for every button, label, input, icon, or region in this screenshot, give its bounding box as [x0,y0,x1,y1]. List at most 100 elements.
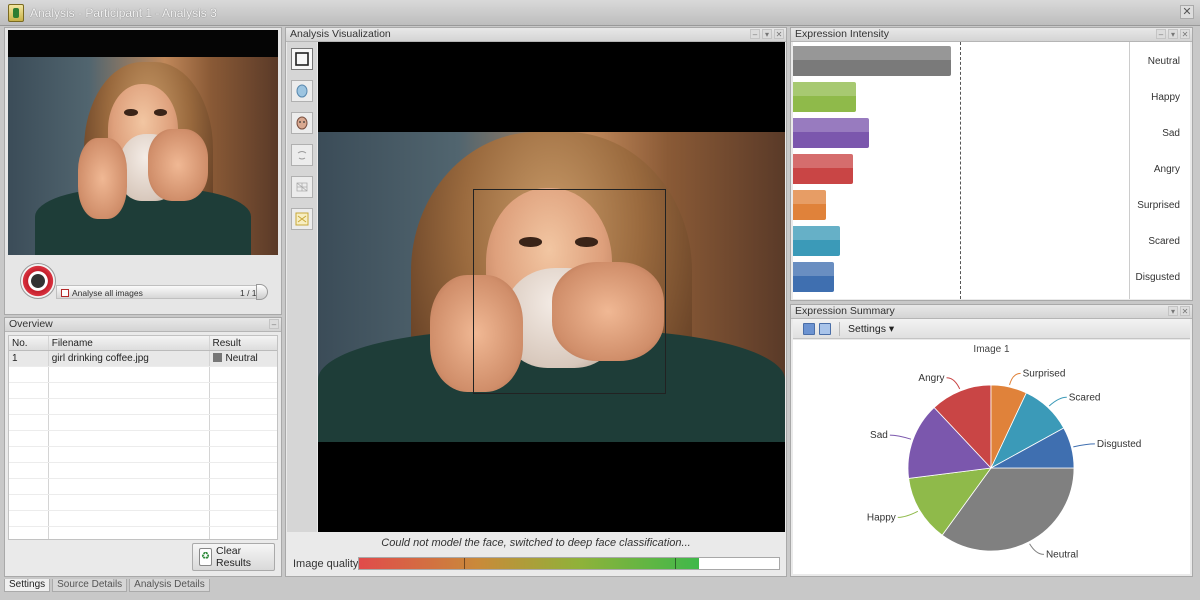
visualization-minimize-button[interactable]: – [750,29,760,39]
expression-pie-chart: Neutral Happy Sad Angry Surprised Scared Disgu… [867,368,1141,560]
overview-title: Overview [9,318,53,330]
visualization-close-button[interactable]: ✕ [774,29,784,39]
image-quality-bar [358,557,780,570]
pie-leader-sad [889,434,912,440]
intensity-label-sad: Sad [1162,128,1180,139]
tool-face-mask-button[interactable] [291,80,313,102]
window-close-button[interactable]: ✕ [1180,5,1194,19]
result-color-swatch [212,353,222,362]
clear-results-button[interactable]: Clear Results [192,543,275,571]
image-quality-fill [359,558,700,569]
visualization-header: Analysis Visualization – ▾ ✕ [286,28,786,42]
intensity-close-button[interactable]: ✕ [1180,29,1190,39]
visualization-pin-button[interactable]: ▾ [762,29,772,39]
tool-face-texture-button[interactable] [291,112,313,134]
table-row [9,527,277,539]
pie-label-sad: Sad [870,430,888,441]
table-row [9,431,277,447]
table-row [9,399,277,415]
table-row [9,511,277,527]
row-number: 1 [9,351,49,366]
intensity-header: Expression Intensity – ▾ ✕ [791,28,1192,42]
window-titlebar: Analysis - Participant 1 - Analysis 3 ✕ [0,0,1200,26]
intensity-bar-angry [793,154,853,184]
intensity-reference-line [960,42,961,299]
intensity-label-neutral: Neutral [1147,56,1180,67]
pie-leader-neutral [1029,543,1044,555]
summary-close-button[interactable]: ✕ [1180,306,1190,316]
intensity-bar-happy [793,82,857,112]
intensity-title: Expression Intensity [795,28,889,40]
face-detection-box [473,189,666,394]
column-header-filename[interactable]: Filename [49,336,210,350]
face-outline-icon [297,151,307,160]
face-texture-icon [296,116,308,130]
analysis-canvas[interactable] [318,42,785,532]
table-row [9,447,277,463]
settings-dropdown[interactable]: Settings ▾ [848,323,894,335]
summary-pin-button[interactable]: ▾ [1168,306,1178,316]
pie-leader-scared [1048,396,1067,407]
pie-leader-disgusted [1073,443,1095,448]
record-button[interactable] [20,263,56,299]
quality-tick [464,558,465,569]
settings-dropdown-label: Settings [848,322,886,335]
intensity-pin-button[interactable]: ▾ [1168,29,1178,39]
intensity-label-angry: Angry [1153,164,1180,175]
tab-analysis-details[interactable]: Analysis Details [129,579,210,592]
table-row [9,367,277,383]
face-mesh-icon [296,182,308,192]
summary-toolbar: Settings ▾ [793,319,1190,339]
intensity-chart: Neutral Happy Sad Angry Surprised Scared Disgu… [793,42,1190,299]
visualization-toolbar [287,42,317,532]
table-row [9,463,277,479]
analyse-all-label: Analyse all images [72,288,143,298]
image-quality-label: Image quality [293,558,359,570]
window-title: Analysis - Participant 1 - Analysis 3 [30,5,217,20]
tool-landmarks-button[interactable] [291,208,313,230]
analysis-status-message: Could not model the face, switched to de… [381,537,691,549]
intensity-label-surprised: Surprised [1137,200,1180,211]
table-row [9,479,277,495]
table-row [9,383,277,399]
pie-label-scared: Scared [1069,392,1101,403]
intensity-label-scared: Scared [1148,236,1180,247]
image-slider-thumb[interactable] [256,284,268,300]
pie-label-angry: Angry [918,373,944,384]
intensity-label-disgusted: Disgusted [1135,272,1180,283]
image-counter: 1 / 1 [240,288,257,298]
box-icon [295,52,309,66]
table-row [9,415,277,431]
pie-label-disgusted: Disgusted [1097,439,1141,450]
pie-leader-happy [897,510,919,518]
save-icon[interactable] [803,322,815,335]
tool-box-button[interactable] [291,48,313,70]
chevron-down-icon: ▾ [888,322,895,335]
pie-chart-title: Image 1 [973,344,1010,355]
table-row[interactable]: 1 girl drinking coffee.jpg Neutral [9,351,277,367]
intensity-label-happy: Happy [1151,92,1180,103]
column-header-result[interactable]: Result [210,336,278,350]
quality-tick [675,558,676,569]
summary-header: Expression Summary ▾ ✕ [791,305,1192,319]
bottom-tab-bar: Settings Source Details Analysis Details [4,579,282,592]
tab-source-details[interactable]: Source Details [52,579,128,592]
intensity-label-divider [1129,42,1130,299]
copy-icon[interactable] [819,322,831,335]
preview-image [8,30,278,255]
analyse-all-checkbox[interactable] [61,289,69,297]
column-header-no[interactable]: No. [9,336,49,350]
toolbar-separator [839,321,840,336]
overview-minimize-button[interactable]: – [269,319,279,329]
landmarks-icon [295,212,309,226]
app-logo-icon [8,3,24,22]
intensity-bar-sad [793,118,870,148]
results-table: No. Filename Result 1 girl drinking coff… [8,335,278,540]
intensity-minimize-button[interactable]: – [1156,29,1166,39]
tool-face-mesh-button[interactable] [291,176,313,198]
tab-settings[interactable]: Settings [4,579,51,592]
playback-controls: Analyse all images 1 / 1 [8,255,278,311]
pie-leader-angry [946,377,961,390]
tool-face-outline-button[interactable] [291,144,313,166]
pie-label-happy: Happy [867,512,896,523]
